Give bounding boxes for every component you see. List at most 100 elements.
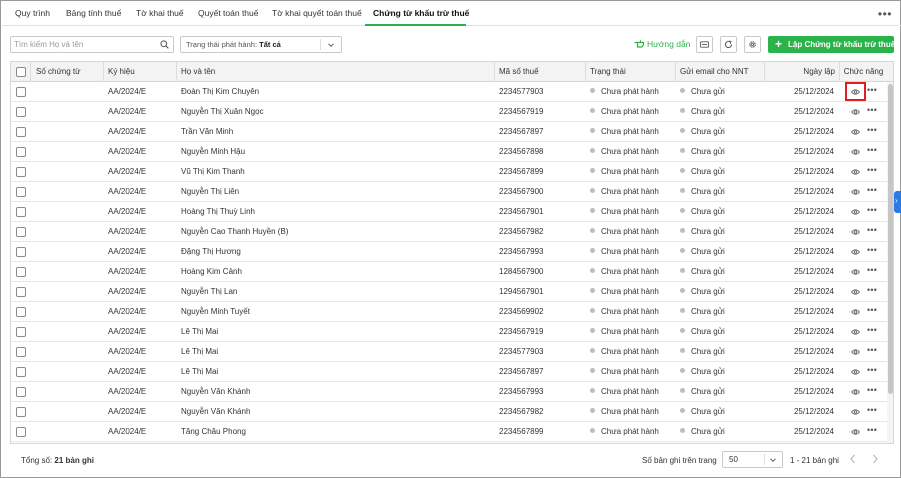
row-checkbox[interactable] — [16, 107, 26, 117]
row-checkbox[interactable] — [16, 367, 26, 377]
row-more-icon[interactable]: ••• — [867, 225, 877, 235]
column-header-email[interactable]: Gửi email cho NNT — [676, 62, 765, 82]
row-checkbox[interactable] — [16, 167, 26, 177]
row-checkbox[interactable] — [16, 307, 26, 317]
eye-icon[interactable] — [851, 428, 860, 436]
eye-icon[interactable] — [851, 328, 860, 336]
table-row[interactable]: AA/2024/E Hoàng Thị Thuỳ Linh 2234567901 Ch… — [11, 202, 887, 222]
row-more-icon[interactable]: ••• — [867, 285, 877, 295]
row-more-icon[interactable]: ••• — [867, 125, 877, 135]
row-more-icon[interactable]: ••• — [867, 185, 877, 195]
eye-icon[interactable] — [851, 148, 860, 156]
next-page-button[interactable] — [870, 453, 880, 465]
row-more-icon[interactable]: ••• — [867, 385, 877, 395]
row-checkbox[interactable] — [16, 407, 26, 417]
table-row[interactable]: AA/2024/E Nguyễn Văn Khánh 2234567982 Chưa … — [11, 402, 887, 422]
column-header-symbol[interactable]: Ký hiệu — [104, 62, 177, 82]
table-row[interactable]: AA/2024/E Đặng Thị Hương 2234567993 Chưa ph… — [11, 242, 887, 262]
row-checkbox[interactable] — [16, 87, 26, 97]
more-icon[interactable]: ••• — [878, 7, 892, 21]
row-more-icon[interactable]: ••• — [867, 165, 877, 175]
row-checkbox[interactable] — [16, 427, 26, 437]
select-all-checkbox[interactable] — [16, 67, 26, 77]
row-checkbox[interactable] — [16, 287, 26, 297]
eye-icon[interactable] — [851, 288, 860, 296]
column-header-name[interactable]: Họ và tên — [177, 62, 495, 82]
row-more-icon[interactable]: ••• — [867, 345, 877, 355]
tab-to-khai-quyet-toan-thue[interactable]: Tờ khai quyết toán thuế — [272, 2, 362, 26]
search-icon[interactable] — [160, 40, 169, 49]
row-more-icon[interactable]: ••• — [867, 405, 877, 415]
guide-link[interactable]: Hướng dẫn — [634, 39, 690, 49]
tab-chung-tu-khau-tru-thue[interactable]: Chứng từ khấu trừ thuế — [373, 2, 469, 26]
eye-icon[interactable] — [851, 388, 860, 396]
tab-quyet-toan-thue[interactable]: Quyết toán thuế — [198, 2, 259, 26]
eye-icon[interactable] — [851, 268, 860, 276]
table-row[interactable]: AA/2024/E Tăng Châu Phong 2234567899 Chưa p… — [11, 422, 887, 442]
row-checkbox[interactable] — [16, 227, 26, 237]
row-more-icon[interactable]: ••• — [867, 365, 877, 375]
table-row[interactable]: AA/2024/E Lê Thị Mai 2234577903 Chưa phát h… — [11, 342, 887, 362]
eye-icon[interactable] — [851, 168, 860, 176]
eye-icon[interactable] — [851, 228, 860, 236]
eye-icon[interactable] — [851, 368, 860, 376]
eye-icon[interactable] — [851, 208, 860, 216]
table-row[interactable]: AA/2024/E Đoàn Thị Kim Chuyên 2234577903 Ch… — [11, 82, 887, 102]
row-more-icon[interactable]: ••• — [867, 325, 877, 335]
table-row[interactable]: AA/2024/E Nguyễn Cao Thanh Huyền (B) 22345… — [11, 222, 887, 242]
table-row[interactable]: AA/2024/E Trần Văn Minh 2234567897 Chưa phá… — [11, 122, 887, 142]
eye-icon[interactable] — [851, 348, 860, 356]
table-row[interactable]: AA/2024/E Vũ Thị Kim Thanh 2234567899 Chưa … — [11, 162, 887, 182]
tab-quy-trinh[interactable]: Quy trình — [15, 2, 50, 26]
column-header-status[interactable]: Trạng thái — [586, 62, 676, 82]
search-input[interactable] — [14, 38, 154, 51]
table-row[interactable]: AA/2024/E Nguyễn Minh Hậu 2234567898 Chưa p… — [11, 142, 887, 162]
row-more-icon[interactable]: ••• — [867, 265, 877, 275]
refresh-button[interactable] — [720, 36, 737, 53]
row-checkbox[interactable] — [16, 267, 26, 277]
row-more-icon[interactable]: ••• — [867, 245, 877, 255]
row-checkbox[interactable] — [16, 207, 26, 217]
column-header-doc-no[interactable]: Số chứng từ — [31, 62, 104, 82]
vertical-scrollbar[interactable] — [887, 82, 893, 443]
status-filter-select[interactable]: Trạng thái phát hành: Tất cả — [180, 36, 342, 53]
eye-icon[interactable] — [851, 188, 860, 196]
scrollbar-thumb[interactable] — [888, 84, 893, 394]
row-checkbox[interactable] — [16, 147, 26, 157]
row-checkbox[interactable] — [16, 387, 26, 397]
table-row[interactable]: AA/2024/E Nguyễn Thị Xuân Ngọc 2234567919 C… — [11, 102, 887, 122]
row-more-icon[interactable]: ••• — [867, 145, 877, 155]
table-row[interactable]: AA/2024/E Nguyễn Minh Tuyết 2234569902 Chưa… — [11, 302, 887, 322]
create-voucher-button[interactable]: + Lập Chứng từ khấu trừ thuế — [768, 36, 895, 53]
table-row[interactable]: AA/2024/E Nguyễn Thị Lan 1294567901 Chưa ph… — [11, 282, 887, 302]
card-view-button[interactable] — [696, 36, 713, 53]
per-page-select[interactable]: 50 — [722, 451, 783, 468]
row-checkbox[interactable] — [16, 347, 26, 357]
eye-icon[interactable] — [851, 128, 860, 136]
row-checkbox[interactable] — [16, 247, 26, 257]
eye-icon[interactable] — [851, 108, 860, 116]
settings-button[interactable] — [744, 36, 761, 53]
row-more-icon[interactable]: ••• — [867, 205, 877, 215]
table-row[interactable]: AA/2024/E Lê Thị Mai 2234567897 Chưa phát h… — [11, 362, 887, 382]
row-more-icon[interactable]: ••• — [867, 105, 877, 115]
eye-icon[interactable] — [851, 408, 860, 416]
table-row[interactable]: AA/2024/E Nguyễn Văn Khánh 2234567993 Chưa … — [11, 382, 887, 402]
tab-to-khai-thue[interactable]: Tờ khai thuế — [136, 2, 184, 26]
row-checkbox[interactable] — [16, 187, 26, 197]
row-checkbox[interactable] — [16, 327, 26, 337]
tab-bang-tinh-thue[interactable]: Bảng tính thuế — [66, 2, 121, 26]
row-more-icon[interactable]: ••• — [867, 85, 877, 95]
eye-icon[interactable] — [851, 308, 860, 316]
row-checkbox[interactable] — [16, 127, 26, 137]
prev-page-button[interactable] — [848, 453, 858, 465]
row-more-icon[interactable]: ••• — [867, 425, 877, 435]
eye-icon[interactable] — [851, 248, 860, 256]
row-more-icon[interactable]: ••• — [867, 305, 877, 315]
side-panel-toggle[interactable]: › — [894, 191, 901, 213]
column-header-date[interactable]: Ngày lập — [765, 62, 840, 82]
table-row[interactable]: AA/2024/E Nguyễn Thị Liên 2234567900 Chưa p… — [11, 182, 887, 202]
table-row[interactable]: AA/2024/E Hoàng Kim Cảnh 1284567900 Chưa ph… — [11, 262, 887, 282]
column-header-tax-code[interactable]: Mã số thuế — [495, 62, 586, 82]
table-row[interactable]: AA/2024/E Lê Thị Mai 2234567919 Chưa phát h… — [11, 322, 887, 342]
